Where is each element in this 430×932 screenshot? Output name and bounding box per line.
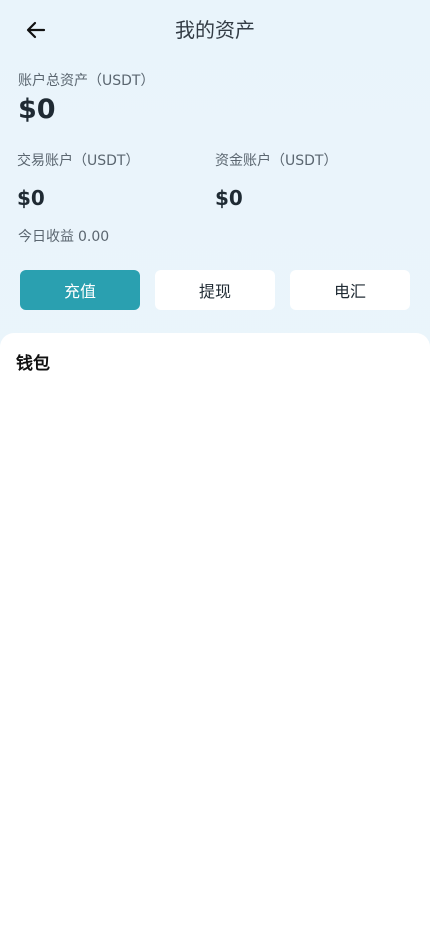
trade-account-label: 交易账户（USDT） bbox=[17, 153, 140, 169]
trade-account-value: $0 bbox=[17, 186, 45, 210]
fund-account: 资金账户（USDT） $0 bbox=[215, 150, 405, 210]
wallet-title: 钱包 bbox=[16, 354, 50, 374]
page-title: 我的资产 bbox=[175, 18, 255, 42]
today-earnings-value: 0.00 bbox=[78, 229, 110, 245]
today-earnings-label: 今日收益 bbox=[18, 229, 74, 245]
today-earnings: 今日收益 0.00 bbox=[18, 226, 109, 246]
trade-account: 交易账户（USDT） $0 bbox=[17, 150, 207, 210]
top-bar: 我的资产 bbox=[0, 0, 430, 60]
assets-screen: 我的资产 账户总资产（USDT） $0 交易账户（USDT） $0 资金账户（U… bbox=[0, 0, 430, 932]
deposit-button[interactable]: 充值 bbox=[20, 270, 140, 310]
total-assets-value: $0 bbox=[18, 94, 56, 125]
wallet-panel: 钱包 bbox=[0, 333, 430, 932]
total-assets-label: 账户总资产（USDT） bbox=[18, 73, 155, 89]
fund-account-value: $0 bbox=[215, 186, 243, 210]
fund-account-label: 资金账户（USDT） bbox=[215, 153, 338, 169]
withdraw-button[interactable]: 提现 bbox=[155, 270, 275, 310]
action-buttons: 充值 提现 电汇 bbox=[20, 270, 410, 310]
wire-transfer-button[interactable]: 电汇 bbox=[290, 270, 410, 310]
